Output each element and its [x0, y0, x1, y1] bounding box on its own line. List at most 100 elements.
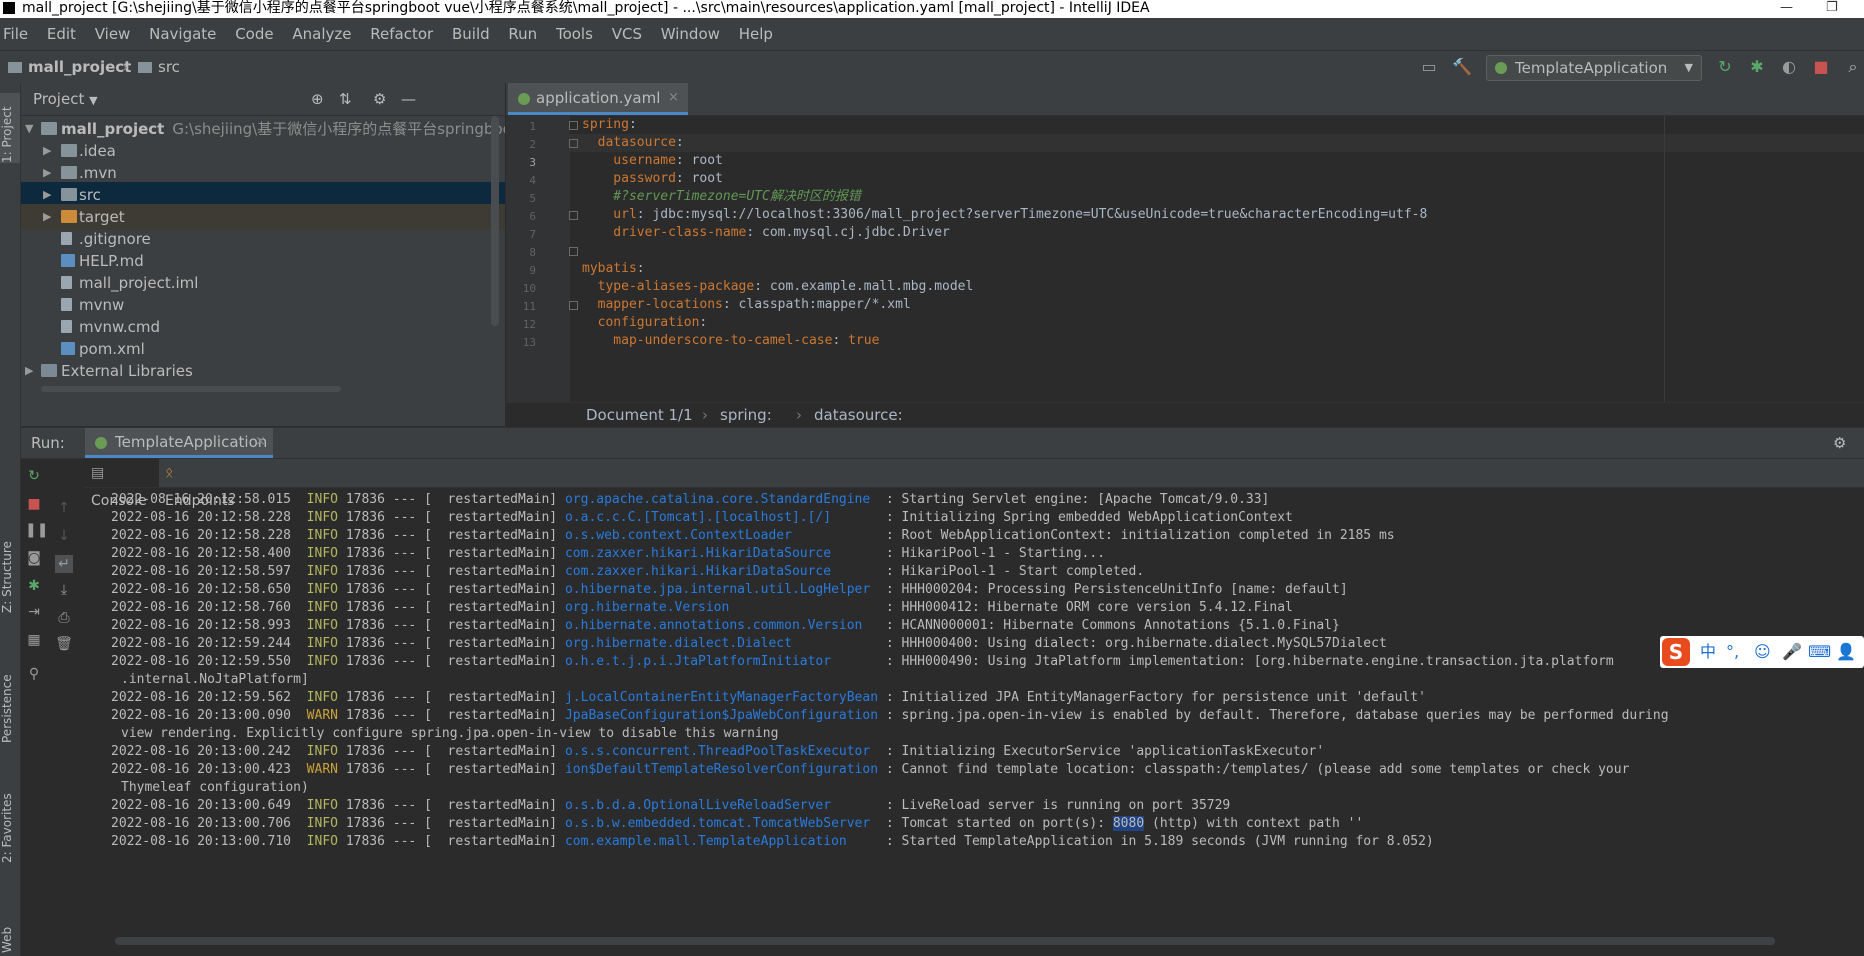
- collapse-all-icon[interactable]: ⇅: [339, 83, 352, 115]
- debug-icon[interactable]: ✱: [25, 577, 43, 595]
- log-thread: 17836 --- [ restartedMain]: [345, 690, 558, 705]
- fold-marker-icon[interactable]: [569, 301, 578, 310]
- log-logger: o.s.web.context.ContextLoader: [564, 528, 879, 543]
- run-tab-templateapplication[interactable]: TemplateApplication ×: [85, 428, 273, 458]
- restore-button[interactable]: ❐: [1826, 0, 1838, 16]
- stop-icon[interactable]: ■: [1812, 58, 1830, 76]
- log-thread: 17836 --- [ restartedMain]: [345, 510, 558, 525]
- menu-navigate[interactable]: Navigate: [149, 18, 216, 50]
- menu-edit[interactable]: Edit: [47, 18, 76, 50]
- log-logger: o.a.c.c.C.[Tomcat].[localhost].[/]: [564, 510, 879, 525]
- menu-refactor[interactable]: Refactor: [370, 18, 433, 50]
- menu-tools[interactable]: Tools: [556, 18, 593, 50]
- breadcrumb-document[interactable]: Document 1/1: [586, 403, 693, 427]
- fold-marker-icon[interactable]: [569, 211, 578, 220]
- log-line: 2022-08-16 20:12:58.400 INFO 17836 --- […: [111, 545, 1105, 563]
- log-thread: 17836 --- [ restartedMain]: [345, 654, 558, 669]
- ime-toolbar[interactable]: S 中 °, ☺ 🎤 ⌨ 👤: [1660, 636, 1864, 668]
- log-line: 2022-08-16 20:12:58.650 INFO 17836 --- […: [111, 581, 1348, 599]
- build-hammer-icon[interactable]: 🔨: [1452, 58, 1472, 76]
- menu-file[interactable]: File: [3, 18, 28, 50]
- exit-icon[interactable]: ⇥: [25, 603, 43, 621]
- console-output[interactable]: 2022-08-16 20:12:58.015 INFO 17836 --- […: [85, 488, 1864, 956]
- fold-marker-icon[interactable]: [569, 121, 578, 130]
- menu-code[interactable]: Code: [235, 18, 273, 50]
- tree-horizontal-scrollbar[interactable]: [41, 386, 341, 392]
- tab-console[interactable]: ▤ Console: [85, 459, 159, 509]
- ime-punctuation-icon[interactable]: °,: [1726, 636, 1739, 668]
- keyboard-icon[interactable]: ⌨: [1808, 636, 1831, 668]
- rerun-icon[interactable]: ↻: [1716, 58, 1734, 76]
- print-icon[interactable]: ⎙: [55, 609, 73, 627]
- rerun-icon[interactable]: ↻: [25, 467, 43, 485]
- layout-icon[interactable]: ▦: [25, 631, 43, 649]
- log-timestamp: 2022-08-16 20:12:58.993: [111, 618, 292, 633]
- stop-icon[interactable]: ■: [25, 495, 43, 513]
- log-level: INFO: [306, 690, 338, 705]
- gear-icon[interactable]: ⚙: [1833, 428, 1846, 458]
- log-thread: 17836 --- [ restartedMain]: [345, 582, 558, 597]
- log-thread: 17836 --- [ restartedMain]: [345, 834, 558, 849]
- arrow-down-icon[interactable]: ↓: [55, 527, 73, 545]
- tree-vertical-scrollbar[interactable]: [491, 116, 499, 326]
- code-editor[interactable]: spring: datasource: username: root passw…: [582, 116, 1852, 402]
- debug-icon[interactable]: ✱: [1748, 58, 1766, 76]
- soft-wrap-icon[interactable]: ↵: [55, 555, 73, 573]
- tool-tab-structure[interactable]: Z: Structure: [0, 523, 20, 613]
- breadcrumb-datasource[interactable]: datasource:: [814, 403, 903, 427]
- tool-tab-favorites[interactable]: 2: Favorites: [0, 773, 20, 863]
- log-line: 2022-08-16 20:13:00.706 INFO 17836 --- […: [111, 815, 1363, 833]
- fold-marker-icon[interactable]: [569, 247, 578, 256]
- breadcrumb-src[interactable]: src: [138, 51, 180, 83]
- close-icon[interactable]: ×: [668, 83, 679, 113]
- line-number: 4: [529, 174, 536, 187]
- gear-icon[interactable]: ⚙: [373, 83, 386, 115]
- tab-application-yaml[interactable]: application.yaml ×: [508, 83, 688, 115]
- log-level: INFO: [306, 600, 338, 615]
- minimize-button[interactable]: —: [1780, 0, 1793, 16]
- log-logger: o.s.s.concurrent.ThreadPoolTaskExecutor: [564, 744, 879, 759]
- log-line: 2022-08-16 20:13:00.242 INFO 17836 --- […: [111, 743, 1324, 761]
- ime-language-toggle[interactable]: 中: [1700, 636, 1716, 668]
- tab-endpoints[interactable]: ᛟ Endpoints: [165, 459, 245, 509]
- tool-tab-persistence[interactable]: Persistence: [0, 653, 20, 743]
- console-horizontal-scrollbar[interactable]: [115, 937, 1775, 945]
- locate-icon[interactable]: ⊕: [311, 83, 324, 115]
- fold-marker-icon[interactable]: [569, 139, 578, 148]
- close-icon[interactable]: ×: [255, 428, 266, 456]
- project-view-selector[interactable]: Project ▼: [33, 83, 98, 117]
- user-icon[interactable]: 👤: [1836, 636, 1856, 668]
- menu-analyze[interactable]: Analyze: [292, 18, 351, 50]
- menu-build[interactable]: Build: [452, 18, 490, 50]
- menu-vcs[interactable]: VCS: [612, 18, 642, 50]
- tool-tab-project[interactable]: 1: Project: [0, 93, 20, 163]
- expand-arrow-icon[interactable]: ▶: [25, 358, 33, 384]
- menu-help[interactable]: Help: [739, 18, 773, 50]
- menu-window[interactable]: Window: [661, 18, 720, 50]
- pin-icon[interactable]: ⚲: [25, 665, 43, 683]
- log-thread: 17836 --- [ restartedMain]: [345, 492, 558, 507]
- trash-icon[interactable]: 🗑: [55, 635, 73, 653]
- tool-tab-web[interactable]: Web: [0, 893, 20, 953]
- run-subtabs: ▤ Console ᛟ Endpoints: [85, 459, 1864, 509]
- menu-view[interactable]: View: [95, 18, 131, 50]
- menu-run[interactable]: Run: [508, 18, 537, 50]
- tree-item-external-libraries[interactable]: ▶ External Libraries: [21, 358, 505, 384]
- log-logger: org.apache.catalina.core.StandardEngine: [564, 492, 879, 507]
- run-configuration-selector[interactable]: TemplateApplication ▼: [1486, 55, 1702, 81]
- scroll-to-end-icon[interactable]: ⤓: [55, 581, 73, 599]
- camera-icon[interactable]: ◙: [25, 549, 43, 567]
- microphone-icon[interactable]: 🎤: [1782, 636, 1802, 668]
- emoji-icon[interactable]: ☺: [1754, 636, 1771, 668]
- log-line: 2022-08-16 20:12:58.015 INFO 17836 --- […: [111, 491, 1269, 509]
- arrow-up-icon[interactable]: ↑: [55, 499, 73, 517]
- log-logger: ion$DefaultTemplateResolverConfiguration: [564, 762, 879, 777]
- pause-icon[interactable]: ❚❚: [25, 521, 48, 539]
- breadcrumb-project[interactable]: mall_project: [8, 51, 131, 83]
- layout-icon[interactable]: ▭: [1420, 58, 1438, 76]
- library-icon: [41, 364, 57, 377]
- breadcrumb-spring[interactable]: spring:: [720, 403, 772, 427]
- coverage-icon[interactable]: ◐: [1780, 58, 1798, 76]
- search-icon[interactable]: ⌕: [1844, 58, 1862, 76]
- hide-icon[interactable]: —: [401, 83, 416, 115]
